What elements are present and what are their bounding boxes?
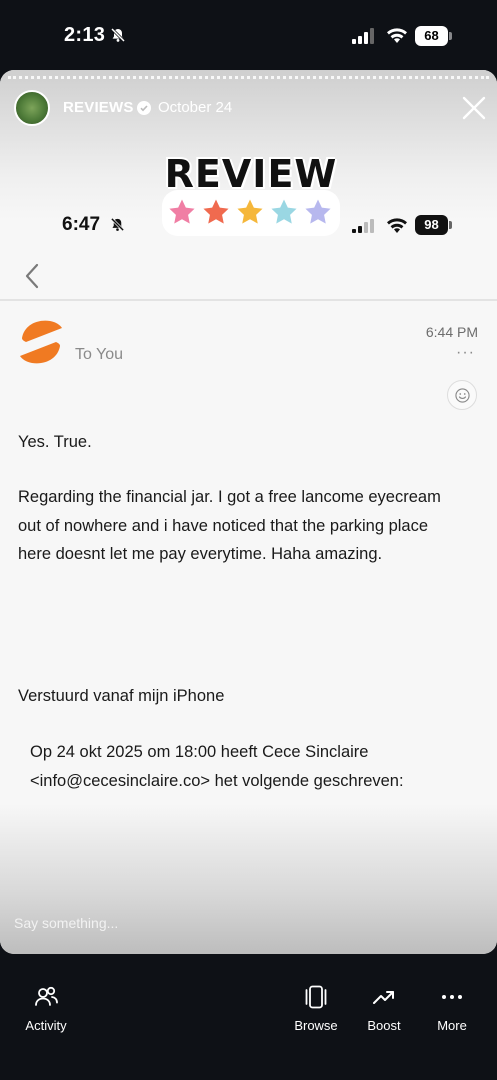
os-clock: 2:13: [64, 24, 106, 46]
battery-level: 98: [415, 215, 448, 235]
back-chevron-icon[interactable]: [22, 262, 42, 290]
story-progress-bar: [8, 76, 489, 79]
account-avatar[interactable]: [14, 90, 50, 126]
star-icon: [166, 196, 198, 227]
battery-icon: 68: [415, 26, 452, 46]
nav-browse[interactable]: Browse: [288, 984, 344, 1033]
account-name[interactable]: REVIEWS: [63, 99, 134, 116]
email-time: 6:44 PM: [425, 324, 478, 340]
trending-up-icon: [373, 991, 394, 1004]
nav-browse-label: Browse: [294, 1018, 338, 1033]
email-signature: Verstuurd vanaf mijn iPhone: [18, 687, 225, 705]
recipient-label: To You: [75, 346, 124, 363]
emoji-reaction-button[interactable]: [447, 380, 477, 410]
quoted-header: Op 24 okt 2025 om 18:00 heeft Cece Sincl…: [30, 743, 404, 790]
story-card[interactable]: REVIEWS October 24 REVIEW 6:47 98 To You…: [0, 70, 497, 954]
os-status-bar: 2:13 68: [0, 0, 497, 70]
battery-level: 68: [415, 26, 448, 46]
bottom-navigation: Activity Browse Boost More: [0, 954, 497, 1080]
more-horizontal-icon: [442, 995, 462, 999]
cards-icon: [305, 985, 327, 1009]
people-icon: [35, 986, 58, 1006]
star-icon: [268, 196, 300, 227]
nav-boost-label: Boost: [367, 1018, 401, 1033]
cellular-signal-icon: [352, 219, 374, 233]
inner-clock: 6:47: [62, 214, 101, 235]
more-options-button[interactable]: ···: [456, 344, 475, 362]
email-body-paragraph: Regarding the financial jar. I got a fre…: [18, 488, 441, 563]
smiley-icon: [455, 388, 470, 403]
verified-badge-icon: [137, 101, 151, 115]
reply-input[interactable]: Say something...: [14, 915, 118, 931]
sender-logo: [20, 320, 62, 364]
review-sticker: REVIEW: [160, 152, 342, 238]
header-divider: [0, 299, 497, 301]
wifi-icon: [387, 218, 407, 233]
email-body-line: Yes. True.: [18, 433, 92, 451]
story-date: October 24: [158, 99, 233, 116]
nav-activity-label: Activity: [25, 1018, 67, 1033]
silent-bell-icon: [110, 217, 125, 232]
nav-more[interactable]: More: [426, 984, 478, 1033]
star-icon: [234, 196, 266, 227]
story-viewer-screen: 2:13 68 REVIEWS October 24 REVIEW 6:47 9…: [0, 0, 497, 1080]
star-icon: [302, 196, 334, 227]
star-rating: [162, 190, 340, 236]
star-icon: [200, 196, 232, 227]
nav-boost[interactable]: Boost: [358, 984, 410, 1033]
nav-activity[interactable]: Activity: [18, 984, 74, 1033]
nav-more-label: More: [437, 1018, 467, 1033]
battery-icon: 98: [415, 215, 452, 235]
wifi-icon: [387, 28, 407, 43]
silent-bell-icon: [110, 27, 126, 43]
close-icon[interactable]: [460, 94, 488, 122]
cellular-signal-icon: [352, 28, 374, 44]
